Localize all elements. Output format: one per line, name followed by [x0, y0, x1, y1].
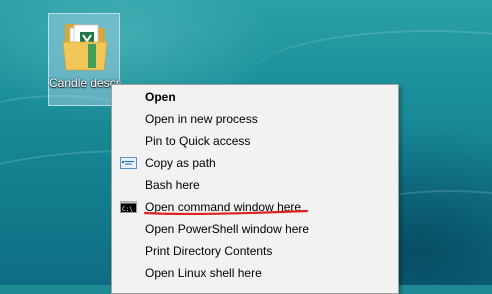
menu-item-open-new-process[interactable]: Open in new process	[112, 108, 398, 130]
menu-item-open-powershell[interactable]: Open PowerShell window here	[112, 218, 398, 240]
menu-item-label: Pin to Quick access	[145, 134, 251, 148]
context-menu: Open Open in new process Pin to Quick ac…	[111, 84, 399, 294]
menu-item-open-linux-shell[interactable]: Open Linux shell here	[112, 262, 398, 284]
red-underline-annotation	[143, 209, 309, 216]
menu-item-label: Copy as path	[145, 156, 216, 170]
menu-item-copy-as-path[interactable]: Copy as path	[112, 152, 398, 174]
excel-folder-icon	[62, 24, 108, 71]
menu-item-label: Bash here	[145, 178, 200, 192]
copy-path-icon	[120, 157, 137, 169]
menu-item-label: Open in new process	[145, 112, 258, 126]
menu-item-label: Open	[145, 90, 176, 104]
menu-item-bash-here[interactable]: Bash here	[112, 174, 398, 196]
menu-item-open[interactable]: Open	[112, 86, 398, 108]
menu-item-pin-quick-access[interactable]: Pin to Quick access	[112, 130, 398, 152]
svg-text:C:\: C:\	[122, 206, 133, 213]
desktop-folder-icon[interactable]: Candle description	[48, 13, 121, 106]
menu-item-label: Open Linux shell here	[145, 266, 262, 280]
menu-item-print-directory[interactable]: Print Directory Contents	[112, 240, 398, 262]
menu-item-label: Print Directory Contents	[145, 244, 273, 258]
menu-item-label: Open PowerShell window here	[145, 222, 310, 236]
command-prompt-icon: C:\	[120, 201, 137, 213]
